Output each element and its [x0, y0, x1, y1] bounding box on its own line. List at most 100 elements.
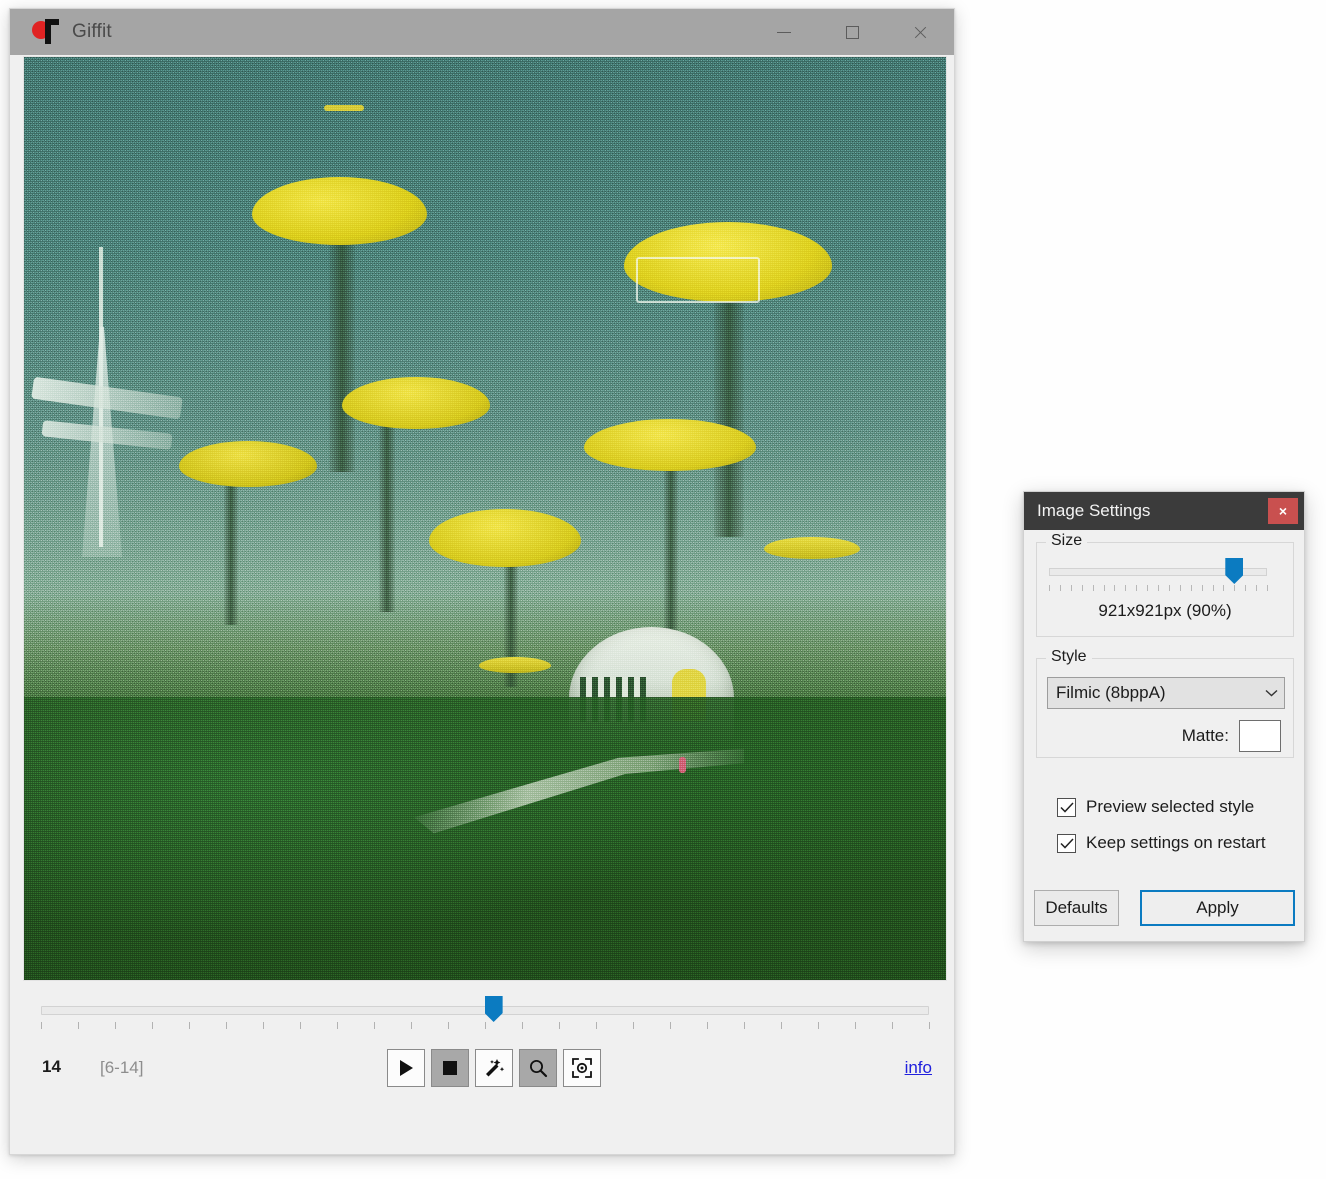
size-tick [1103, 585, 1105, 591]
dialog-titlebar: Image Settings × [1024, 492, 1304, 530]
seek-tick [522, 1022, 523, 1029]
matte-row: Matte: [1182, 720, 1281, 752]
seek-tick [448, 1022, 449, 1029]
image-preview-area[interactable] [23, 56, 947, 981]
crop-focus-icon [572, 1058, 592, 1078]
seek-tick [263, 1022, 264, 1029]
preview-selected-style-checkbox[interactable]: Preview selected style [1057, 797, 1254, 817]
size-slider-thumb[interactable] [1225, 558, 1244, 584]
style-selected-value: Filmic (8bppA) [1056, 683, 1166, 702]
seek-tick [744, 1022, 745, 1029]
style-group: Style Filmic (8bppA) Matte: [1036, 648, 1294, 758]
play-button[interactable] [387, 1049, 425, 1087]
size-value-label: 921x921px (90%) [1098, 601, 1232, 620]
seek-tick [485, 1022, 486, 1029]
size-tick-marks [1049, 585, 1268, 593]
effects-button[interactable] [475, 1049, 513, 1087]
structure-stalk [714, 297, 744, 537]
structure-cap [479, 657, 551, 673]
structure-cap [342, 377, 490, 429]
seek-tick [300, 1022, 301, 1029]
frame-seek-slider[interactable] [23, 994, 947, 1034]
window-titlebar: Giffit [10, 9, 954, 55]
window-title: Giffit [72, 21, 112, 42]
seek-tick-marks [41, 1022, 930, 1030]
matte-color-swatch[interactable] [1239, 720, 1281, 752]
seek-tick [41, 1022, 42, 1029]
seek-thumb[interactable] [484, 996, 503, 1022]
minimize-button[interactable] [750, 9, 818, 55]
zoom-button[interactable] [519, 1049, 557, 1087]
stop-button[interactable] [431, 1049, 469, 1087]
size-group: Size 921x921px (90%) [1036, 532, 1294, 637]
screen: Giffit 14 [6-14] info Image Settings × S… [0, 0, 1326, 1179]
magnifier-icon [530, 1060, 548, 1078]
play-icon [400, 1060, 413, 1076]
size-tick [1267, 585, 1268, 591]
maximize-icon [845, 25, 859, 39]
structure-cap [179, 441, 317, 487]
structure-window [636, 257, 760, 303]
structure-stalk [664, 462, 678, 632]
structure-cap [252, 177, 427, 245]
seek-tick [633, 1022, 634, 1029]
check-icon [1059, 837, 1074, 849]
seek-tick [855, 1022, 856, 1029]
seek-tick [781, 1022, 782, 1029]
maximize-button[interactable] [818, 9, 886, 55]
image-settings-dialog: Image Settings × Size 921x921px (90%) St… [1023, 491, 1305, 942]
current-frame-number: 14 [42, 1057, 61, 1076]
size-tick [1179, 585, 1181, 591]
style-select[interactable]: Filmic (8bppA) [1047, 677, 1285, 709]
size-group-label: Size [1046, 532, 1088, 550]
magic-wand-icon [486, 1059, 505, 1077]
close-icon [913, 25, 928, 40]
crop-button[interactable] [563, 1049, 601, 1087]
seek-tick [152, 1022, 153, 1029]
size-tick [1136, 585, 1138, 591]
frame-range-label: [6-14] [100, 1058, 144, 1077]
export-settings-row: Repeats: FPS: 10 from 25 [10, 1109, 954, 1155]
seek-tick [892, 1022, 893, 1029]
flying-craft [324, 105, 364, 111]
size-tick [1212, 585, 1214, 591]
structure-cap [429, 509, 581, 567]
structure-stalk [224, 475, 238, 625]
size-tick [1190, 585, 1192, 591]
size-tick [1168, 585, 1170, 591]
size-tick [1201, 585, 1203, 591]
matte-label: Matte: [1181, 726, 1229, 745]
size-tick [1059, 585, 1061, 591]
size-tick [1234, 585, 1236, 591]
checkbox-box [1057, 797, 1076, 817]
info-link[interactable]: info [905, 1058, 932, 1078]
preview-selected-style-label: Preview selected style [1086, 797, 1255, 816]
defaults-button[interactable]: Defaults [1034, 890, 1119, 926]
seek-tick [374, 1022, 375, 1029]
check-icon [1059, 801, 1074, 813]
keep-settings-checkbox[interactable]: Keep settings on restart [1057, 833, 1266, 853]
size-tick [1256, 585, 1258, 591]
giffit-logo-icon [32, 18, 60, 46]
size-tick [1070, 585, 1072, 591]
dialog-close-button[interactable]: × [1268, 498, 1298, 524]
minimize-icon [777, 31, 791, 33]
apply-button[interactable]: Apply [1140, 890, 1295, 926]
size-tick [1081, 585, 1083, 591]
dialog-title: Image Settings [1037, 501, 1151, 520]
seek-tick [559, 1022, 560, 1029]
style-group-label: Style [1046, 648, 1092, 666]
seek-tick [78, 1022, 79, 1029]
seek-tick [411, 1022, 412, 1029]
size-tick [1114, 585, 1116, 591]
giffit-main-window: Giffit 14 [6-14] info [9, 8, 955, 1155]
stop-icon [443, 1061, 457, 1075]
chevron-down-icon [1258, 689, 1284, 697]
transport-toolbar [387, 1049, 601, 1087]
structure-cap [584, 419, 756, 471]
seek-tick [337, 1022, 338, 1029]
structure-stalk [329, 242, 355, 472]
seek-tick [226, 1022, 227, 1029]
close-button[interactable] [886, 9, 954, 55]
preview-image [24, 57, 946, 980]
